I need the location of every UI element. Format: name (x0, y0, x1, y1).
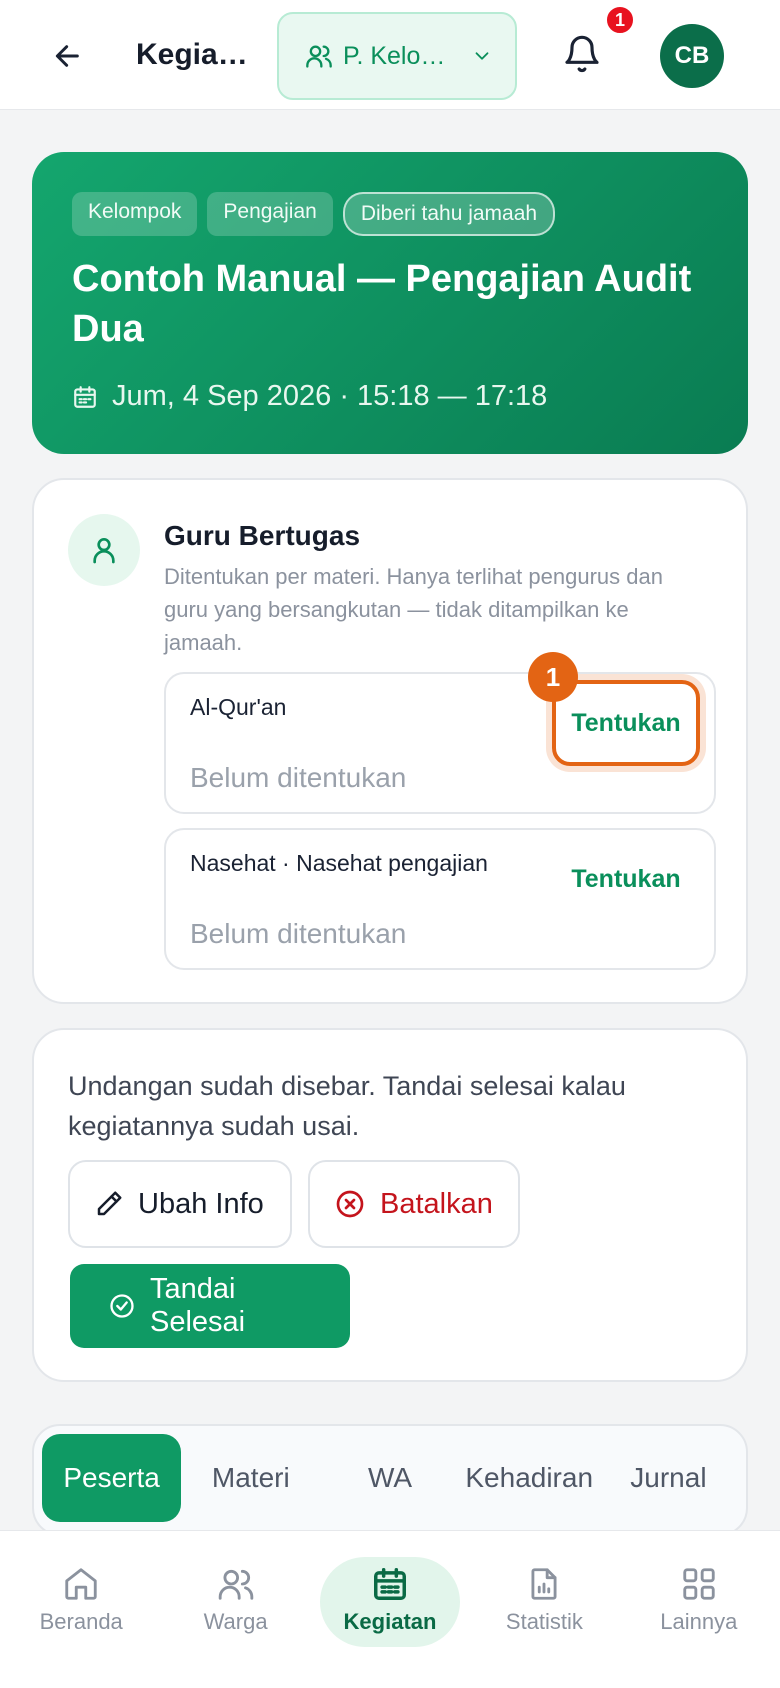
nav-beranda[interactable]: Beranda (4, 1531, 158, 1688)
tab-jurnal[interactable]: Jurnal (599, 1434, 738, 1522)
chip-category: Kelompok (72, 192, 198, 236)
nav-statistik[interactable]: Statistik (467, 1531, 621, 1688)
group-select[interactable]: P. Kelo… (277, 12, 517, 100)
event-actions-card: Undangan sudah disebar. Tandai selesai k… (32, 1028, 748, 1382)
file-chart-icon (531, 1568, 557, 1600)
user-icon (93, 538, 115, 564)
slot-status: Belum ditentukan (190, 918, 407, 949)
assign-button[interactable]: Tentukan (552, 836, 700, 922)
home-icon (65, 1568, 97, 1600)
notification-badge: 1 (604, 4, 636, 36)
tab-wa[interactable]: WA (320, 1434, 459, 1522)
group-select-label: P. Kelo… (343, 41, 446, 70)
chevron-down-icon (475, 52, 489, 60)
tab-peserta[interactable]: Peserta (42, 1434, 182, 1522)
guru-title: Guru Bertugas (164, 520, 361, 551)
nav-kegiatan-label: Kegiatan (343, 1609, 437, 1634)
slot-status: Belum ditentukan (190, 762, 407, 793)
cancel-event-button[interactable]: Batalkan (308, 1160, 520, 1248)
cancel-event-label: Batalkan (380, 1187, 493, 1220)
event-date: Jum, 4 Sep 2026 · 15:18 — 17:18 (72, 380, 708, 413)
nav-lainnya-label: Lainnya (660, 1609, 738, 1634)
calendar-icon (74, 385, 96, 408)
guru-bertugas-card: Guru Bertugas Ditentukan per materi. Han… (32, 478, 748, 1004)
status-notice: Undangan sudah disebar. Tandai selesai k… (68, 1071, 626, 1141)
nav-beranda-label: Beranda (39, 1609, 123, 1634)
guru-slot: Al-Qur'an Belum ditentukan Tentukan (164, 672, 716, 814)
edit-info-button[interactable]: Ubah Info (68, 1160, 292, 1248)
guru-description: Ditentukan per materi. Hanya terlihat pe… (164, 564, 663, 655)
event-date-text: Jum, 4 Sep 2026 · 15:18 — 17:18 (112, 380, 548, 412)
tab-kehadiran[interactable]: Kehadiran (460, 1434, 599, 1522)
mark-done-label: Tandai Selesai (149, 1273, 246, 1338)
users-icon (306, 45, 332, 68)
notifications-button[interactable] (562, 32, 606, 80)
nav-kegiatan[interactable]: Kegiatan (313, 1531, 467, 1688)
nav-statistik-label: Statistik (505, 1609, 583, 1634)
chip-type: Pengajian (207, 192, 333, 236)
step-badge: 1 (528, 652, 578, 702)
bell-icon (565, 35, 599, 73)
page-title: Kegiat… (136, 38, 256, 71)
grid-icon (683, 1568, 715, 1600)
edit-info-label: Ubah Info (138, 1187, 264, 1220)
slot-name: Al-Qur'an (190, 694, 287, 720)
chip-notified: Diberi tahu jamaah (342, 192, 556, 236)
nav-lainnya[interactable]: Lainnya (622, 1531, 776, 1688)
guru-avatar (68, 514, 140, 586)
top-app-bar: Kegiat… P. Kelo… 1 CB (0, 0, 780, 110)
x-circle-icon (336, 1190, 364, 1218)
slot-name: Nasehat · Nasehat pengajian (190, 850, 488, 876)
users-icon (218, 1569, 253, 1600)
bottom-navigation: Beranda Warga Kegiatan Statistik Lainnya (0, 1530, 780, 1688)
event-tabs: Peserta Materi WA Kehadiran Jurnal (32, 1424, 748, 1536)
assign-button[interactable]: Tentukan (552, 680, 700, 766)
tab-materi[interactable]: Materi (181, 1434, 320, 1522)
calendar-icon (374, 1568, 407, 1600)
event-title: Contoh Manual — Pengajian Audit Dua (72, 258, 692, 350)
check-circle-icon (110, 1294, 134, 1318)
guru-slot: Nasehat · Nasehat pengajian Belum ditent… (164, 828, 716, 970)
avatar[interactable]: CB (660, 24, 724, 88)
mark-done-button[interactable]: Tandai Selesai (70, 1264, 350, 1348)
event-hero-card: Kelompok Pengajian Diberi tahu jamaah Co… (32, 152, 748, 454)
nav-warga[interactable]: Warga (158, 1531, 312, 1688)
arrow-left-icon (55, 45, 79, 67)
pencil-icon (97, 1191, 122, 1216)
event-chips: Kelompok Pengajian Diberi tahu jamaah (72, 192, 708, 236)
back-button[interactable] (48, 36, 88, 76)
nav-warga-label: Warga (203, 1609, 268, 1634)
